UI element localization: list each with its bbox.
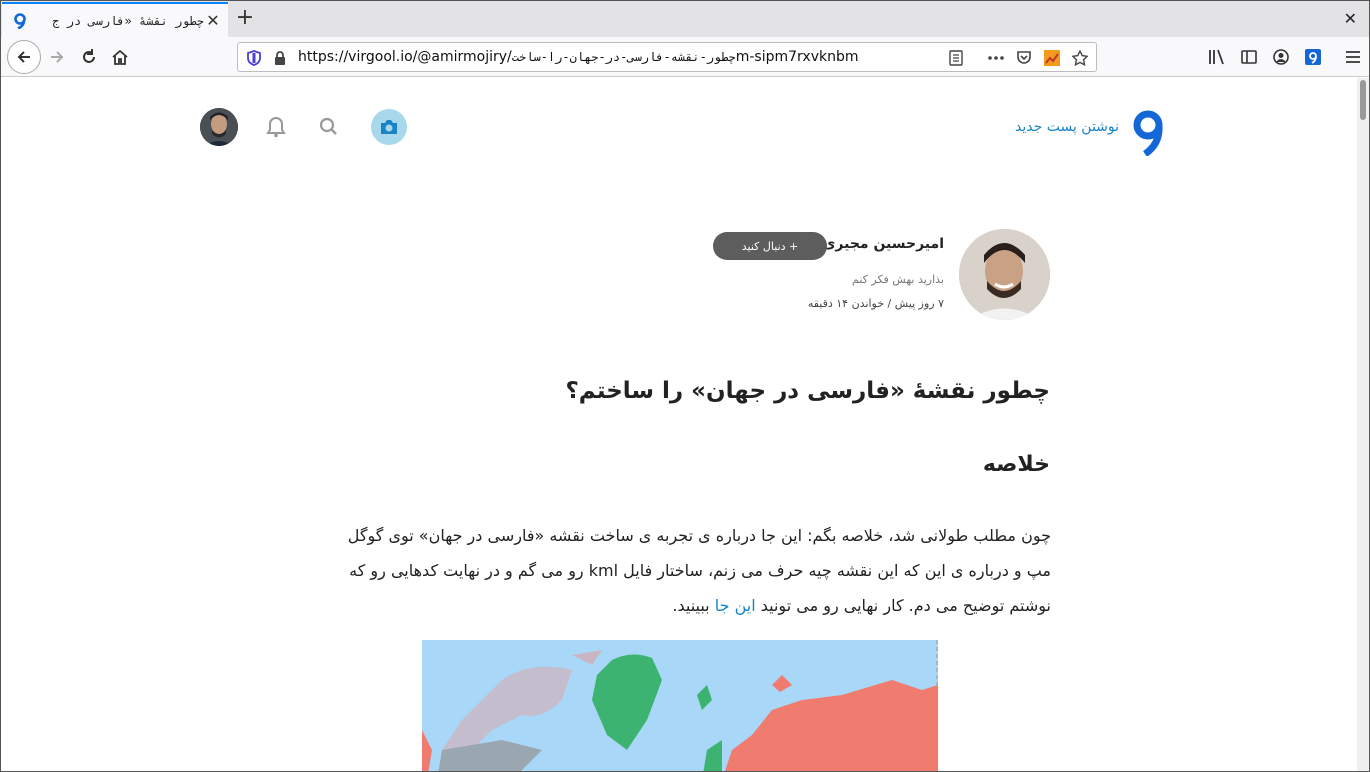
menu-button[interactable] — [1337, 41, 1369, 73]
new-post-link[interactable]: نوشتن پست جدید — [1015, 119, 1119, 135]
active-tab[interactable]: چطور نقشهٔ «فارسی در ج ✕ — [2, 2, 228, 37]
window-close-icon[interactable]: ✕ — [1344, 9, 1357, 28]
hamburger-menu-icon — [1346, 51, 1360, 63]
url-suffix: m-sipm7rxvknbm — [735, 49, 859, 65]
world-map-image — [422, 640, 938, 771]
page-scrollbar[interactable] — [1357, 78, 1369, 771]
library-button[interactable] — [1201, 41, 1233, 73]
url-path: چطور-نقشه-فارسی-در-جهان-را-ساخت — [511, 50, 736, 64]
virgool-favicon-icon — [12, 12, 28, 29]
bookmark-star-icon[interactable] — [1072, 50, 1088, 66]
new-tab-button[interactable]: + — [234, 7, 256, 29]
summary-end: ببینید. — [672, 596, 710, 615]
pocket-icon[interactable] — [1016, 50, 1032, 66]
tab-bar: چطور نقشهٔ «فارسی در ج ✕ + ✕ — [1, 1, 1369, 37]
follow-button[interactable]: + دنبال کنید — [713, 232, 827, 260]
author-name[interactable]: امیرحسین مجیری — [823, 236, 944, 252]
sidebar-icon — [1241, 50, 1257, 64]
forward-button[interactable] — [41, 41, 73, 73]
post-meta: ۷ روز پیش / خواندن ۱۴ دقیقه — [807, 297, 944, 310]
library-icon — [1209, 49, 1224, 65]
search-button[interactable] — [319, 117, 339, 137]
author-avatar[interactable] — [959, 229, 1050, 320]
page-content: نوشتن پست جدید امیرحسین مجیری + دنبال کن… — [1, 78, 1358, 771]
section-heading: خلاصه — [982, 452, 1050, 477]
tab-title: چطور نقشهٔ «فارسی در ج — [52, 13, 204, 28]
bell-icon — [266, 116, 286, 138]
post-title: چطور نقشهٔ «فارسی در جهان» را ساختم؟ — [565, 378, 1050, 404]
url-text[interactable]: https://virgool.io/@amirmojiry/چطور-نقشه… — [298, 49, 859, 65]
navigation-toolbar: https://virgool.io/@amirmojiry/چطور-نقشه… — [1, 37, 1369, 77]
extension-chart-icon[interactable] — [1044, 50, 1060, 66]
reload-icon — [83, 49, 95, 63]
camera-button[interactable] — [371, 109, 407, 145]
home-button[interactable] — [104, 41, 136, 73]
home-icon — [112, 49, 128, 65]
scrollbar-thumb[interactable] — [1360, 80, 1366, 120]
page-actions-icon[interactable] — [988, 50, 1004, 66]
forward-arrow-icon — [51, 51, 64, 63]
virgool-extension-icon — [1305, 49, 1321, 65]
browser-window: چطور نقشهٔ «فارسی در ج ✕ + ✕ https://vir… — [0, 0, 1370, 772]
user-avatar[interactable] — [200, 108, 238, 146]
tab-close-icon[interactable]: ✕ — [204, 12, 222, 30]
notifications-button[interactable] — [266, 116, 286, 138]
url-host: https://virgool.io/@amirmojiry/ — [298, 49, 512, 65]
virgool-logo-icon[interactable] — [1129, 108, 1167, 157]
url-bar[interactable]: https://virgool.io/@amirmojiry/چطور-نقشه… — [237, 42, 1097, 72]
author-bio: بذارید بهش فکر کنم — [852, 273, 944, 286]
back-arrow-icon — [17, 51, 30, 63]
camera-icon — [381, 120, 397, 134]
tracking-shield-icon[interactable] — [246, 50, 262, 66]
account-button[interactable] — [1265, 41, 1297, 73]
account-icon — [1273, 49, 1289, 65]
summary-link[interactable]: این جا — [715, 596, 756, 615]
lock-icon[interactable] — [272, 50, 288, 66]
summary-paragraph: چون مطلب طولانی شد، خلاصه بگم: این جا در… — [331, 518, 1051, 623]
reader-view-icon[interactable] — [948, 50, 964, 66]
sidebar-button[interactable] — [1233, 41, 1265, 73]
virgool-extension-button[interactable] — [1297, 41, 1329, 73]
reload-button[interactable] — [73, 41, 105, 73]
back-button[interactable] — [7, 40, 41, 74]
search-icon — [319, 117, 337, 135]
